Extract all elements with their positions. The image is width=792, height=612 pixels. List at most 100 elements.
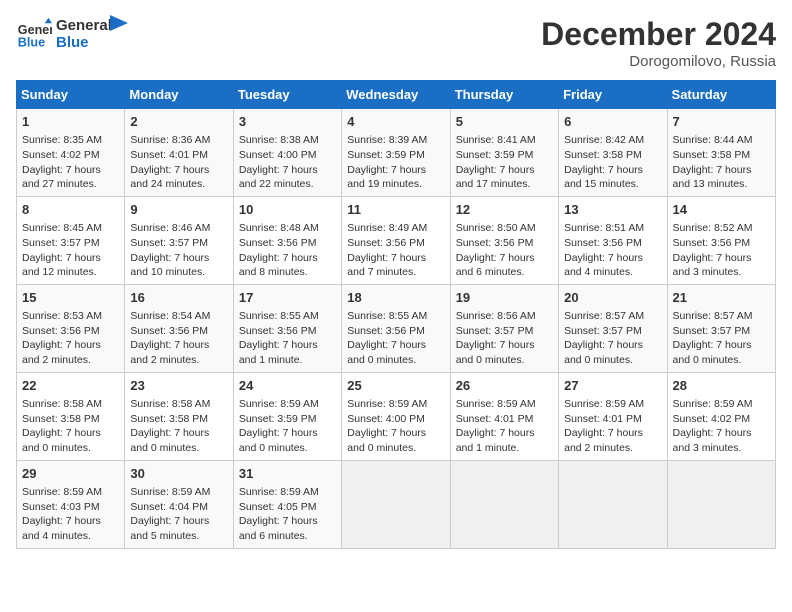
day-detail: Sunrise: 8:45 AM Sunset: 3:57 PM Dayligh…	[22, 221, 119, 280]
logo-blue: Blue	[56, 34, 112, 51]
day-number: 7	[673, 113, 770, 131]
day-number: 20	[564, 289, 661, 307]
logo: General Blue General Blue	[16, 16, 130, 52]
day-detail: Sunrise: 8:58 AM Sunset: 3:58 PM Dayligh…	[22, 397, 119, 456]
header-sunday: Sunday	[17, 81, 125, 109]
day-detail: Sunrise: 8:53 AM Sunset: 3:56 PM Dayligh…	[22, 309, 119, 368]
day-number: 21	[673, 289, 770, 307]
calendar-cell: 1 Sunrise: 8:35 AM Sunset: 4:02 PM Daylig…	[17, 109, 125, 197]
day-number: 9	[130, 201, 227, 219]
location: Dorogomilovo, Russia	[541, 53, 776, 70]
week-row-5: 29 Sunrise: 8:59 AM Sunset: 4:03 PM Dayli…	[17, 460, 776, 548]
day-number: 31	[239, 465, 336, 483]
calendar-cell: 4 Sunrise: 8:39 AM Sunset: 3:59 PM Daylig…	[342, 109, 450, 197]
day-detail: Sunrise: 8:59 AM Sunset: 3:59 PM Dayligh…	[239, 397, 336, 456]
day-number: 1	[22, 113, 119, 131]
svg-text:Blue: Blue	[18, 36, 45, 50]
calendar-cell: 27 Sunrise: 8:59 AM Sunset: 4:01 PM Dayli…	[559, 372, 667, 460]
calendar-cell: 17Sunrise: 8:55 AM Sunset: 3:56 PM Dayli…	[233, 284, 341, 372]
calendar-cell: 11 Sunrise: 8:49 AM Sunset: 3:56 PM Dayli…	[342, 196, 450, 284]
calendar-cell: 14 Sunrise: 8:52 AM Sunset: 3:56 PM Dayli…	[667, 196, 775, 284]
calendar-cell: 20 Sunrise: 8:57 AM Sunset: 3:57 PM Dayli…	[559, 284, 667, 372]
calendar-cell: 15 Sunrise: 8:53 AM Sunset: 3:56 PM Dayli…	[17, 284, 125, 372]
calendar-cell: 23Sunrise: 8:58 AM Sunset: 3:58 PM Dayli…	[125, 372, 233, 460]
calendar-cell: 3 Sunrise: 8:38 AM Sunset: 4:00 PM Daylig…	[233, 109, 341, 197]
calendar-cell: 2Sunrise: 8:36 AM Sunset: 4:01 PM Daylig…	[125, 109, 233, 197]
header-tuesday: Tuesday	[233, 81, 341, 109]
day-number: 27	[564, 377, 661, 395]
day-number: 14	[673, 201, 770, 219]
calendar-cell: 8 Sunrise: 8:45 AM Sunset: 3:57 PM Daylig…	[17, 196, 125, 284]
week-row-1: 1 Sunrise: 8:35 AM Sunset: 4:02 PM Daylig…	[17, 109, 776, 197]
title-block: December 2024 Dorogomilovo, Russia	[541, 16, 776, 70]
calendar-cell: 5Sunrise: 8:41 AM Sunset: 3:59 PM Daylig…	[450, 109, 558, 197]
header-friday: Friday	[559, 81, 667, 109]
calendar-cell: 31Sunrise: 8:59 AM Sunset: 4:05 PM Dayli…	[233, 460, 341, 548]
day-detail: Sunrise: 8:59 AM Sunset: 4:00 PM Dayligh…	[347, 397, 444, 456]
calendar-cell: 26 Sunrise: 8:59 AM Sunset: 4:01 PM Dayli…	[450, 372, 558, 460]
calendar-cell: 29 Sunrise: 8:59 AM Sunset: 4:03 PM Dayli…	[17, 460, 125, 548]
day-detail: Sunrise: 8:52 AM Sunset: 3:56 PM Dayligh…	[673, 221, 770, 280]
day-number: 4	[347, 113, 444, 131]
day-detail: Sunrise: 8:59 AM Sunset: 4:03 PM Dayligh…	[22, 485, 119, 544]
day-number: 19	[456, 289, 553, 307]
calendar-cell: 13 Sunrise: 8:51 AM Sunset: 3:56 PM Dayli…	[559, 196, 667, 284]
day-number: 3	[239, 113, 336, 131]
calendar-cell	[667, 460, 775, 548]
calendar-cell	[342, 460, 450, 548]
calendar-cell: 18Sunrise: 8:55 AM Sunset: 3:56 PM Dayli…	[342, 284, 450, 372]
day-number: 5	[456, 113, 553, 131]
week-row-2: 8 Sunrise: 8:45 AM Sunset: 3:57 PM Daylig…	[17, 196, 776, 284]
calendar-cell: 6Sunrise: 8:42 AM Sunset: 3:58 PM Daylig…	[559, 109, 667, 197]
day-detail: Sunrise: 8:50 AM Sunset: 3:56 PM Dayligh…	[456, 221, 553, 280]
day-number: 26	[456, 377, 553, 395]
day-detail: Sunrise: 8:42 AM Sunset: 3:58 PM Dayligh…	[564, 133, 661, 192]
day-detail: Sunrise: 8:59 AM Sunset: 4:01 PM Dayligh…	[564, 397, 661, 456]
day-number: 16	[130, 289, 227, 307]
day-detail: Sunrise: 8:46 AM Sunset: 3:57 PM Dayligh…	[130, 221, 227, 280]
day-number: 30	[130, 465, 227, 483]
day-number: 11	[347, 201, 444, 219]
day-number: 22	[22, 377, 119, 395]
day-detail: Sunrise: 8:56 AM Sunset: 3:57 PM Dayligh…	[456, 309, 553, 368]
header-monday: Monday	[125, 81, 233, 109]
calendar-cell: 28Sunrise: 8:59 AM Sunset: 4:02 PM Dayli…	[667, 372, 775, 460]
calendar-cell: 7Sunrise: 8:44 AM Sunset: 3:58 PM Daylig…	[667, 109, 775, 197]
calendar-cell: 16 Sunrise: 8:54 AM Sunset: 3:56 PM Dayli…	[125, 284, 233, 372]
page-header: General Blue General Blue December 2024 …	[16, 16, 776, 70]
day-number: 17	[239, 289, 336, 307]
calendar-cell: 22 Sunrise: 8:58 AM Sunset: 3:58 PM Dayli…	[17, 372, 125, 460]
calendar-header-row: SundayMondayTuesdayWednesdayThursdayFrid…	[17, 81, 776, 109]
day-number: 13	[564, 201, 661, 219]
day-number: 29	[22, 465, 119, 483]
day-detail: Sunrise: 8:39 AM Sunset: 3:59 PM Dayligh…	[347, 133, 444, 192]
calendar-cell	[450, 460, 558, 548]
day-detail: Sunrise: 8:38 AM Sunset: 4:00 PM Dayligh…	[239, 133, 336, 192]
header-thursday: Thursday	[450, 81, 558, 109]
day-number: 10	[239, 201, 336, 219]
day-detail: Sunrise: 8:48 AM Sunset: 3:56 PM Dayligh…	[239, 221, 336, 280]
day-detail: Sunrise: 8:59 AM Sunset: 4:01 PM Dayligh…	[456, 397, 553, 456]
day-detail: Sunrise: 8:51 AM Sunset: 3:56 PM Dayligh…	[564, 221, 661, 280]
day-detail: Sunrise: 8:54 AM Sunset: 3:56 PM Dayligh…	[130, 309, 227, 368]
day-number: 24	[239, 377, 336, 395]
day-number: 25	[347, 377, 444, 395]
calendar-cell: 10 Sunrise: 8:48 AM Sunset: 3:56 PM Dayli…	[233, 196, 341, 284]
calendar-cell: 24 Sunrise: 8:59 AM Sunset: 3:59 PM Dayli…	[233, 372, 341, 460]
calendar-cell: 12 Sunrise: 8:50 AM Sunset: 3:56 PM Dayli…	[450, 196, 558, 284]
week-row-3: 15 Sunrise: 8:53 AM Sunset: 3:56 PM Dayli…	[17, 284, 776, 372]
calendar-cell: 21 Sunrise: 8:57 AM Sunset: 3:57 PM Dayli…	[667, 284, 775, 372]
day-number: 12	[456, 201, 553, 219]
logo-general: General	[56, 17, 112, 34]
calendar-cell: 30Sunrise: 8:59 AM Sunset: 4:04 PM Dayli…	[125, 460, 233, 548]
day-detail: Sunrise: 8:35 AM Sunset: 4:02 PM Dayligh…	[22, 133, 119, 192]
day-number: 28	[673, 377, 770, 395]
day-detail: Sunrise: 8:57 AM Sunset: 3:57 PM Dayligh…	[564, 309, 661, 368]
calendar-table: SundayMondayTuesdayWednesdayThursdayFrid…	[16, 80, 776, 549]
day-detail: Sunrise: 8:58 AM Sunset: 3:58 PM Dayligh…	[130, 397, 227, 456]
day-detail: Sunrise: 8:36 AM Sunset: 4:01 PM Dayligh…	[130, 133, 227, 192]
day-detail: Sunrise: 8:57 AM Sunset: 3:57 PM Dayligh…	[673, 309, 770, 368]
day-number: 15	[22, 289, 119, 307]
day-detail: Sunrise: 8:49 AM Sunset: 3:56 PM Dayligh…	[347, 221, 444, 280]
day-number: 8	[22, 201, 119, 219]
